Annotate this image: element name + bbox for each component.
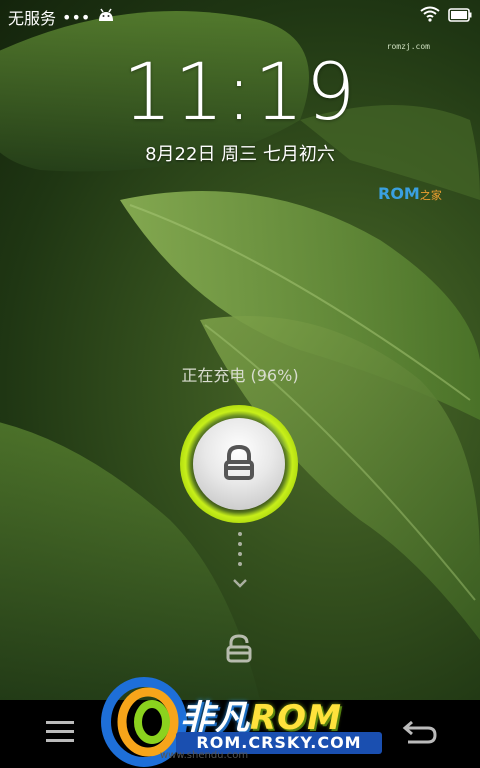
android-icon xyxy=(96,7,116,27)
chevron-down-icon xyxy=(233,579,247,588)
back-button[interactable] xyxy=(400,714,440,754)
status-bar: 无服务 ••• xyxy=(0,0,480,32)
notification-dots: ••• xyxy=(62,7,91,27)
lockscreen-date: 8月22日 周三 七月初六 xyxy=(145,144,335,165)
unlock-slider-handle[interactable] xyxy=(193,418,285,510)
rom-watermark: ROM之家 xyxy=(378,184,442,203)
lockscreen-clock: 11:19 xyxy=(122,48,358,138)
brand-watermark: 非凡ROM ROM.CRSKY.COM www.shendu.com xyxy=(100,672,390,768)
back-icon xyxy=(402,718,438,750)
rom-watermark-main: ROM xyxy=(378,184,420,203)
unlock-icon[interactable] xyxy=(222,632,256,666)
carrier-label: 无服务 xyxy=(8,9,57,28)
battery-icon xyxy=(448,7,472,26)
lock-icon xyxy=(217,440,261,488)
rom-watermark-sub: 之家 xyxy=(419,189,442,202)
charging-status: 正在充电 (96%) xyxy=(181,366,299,385)
menu-button[interactable] xyxy=(40,714,80,754)
menu-icon xyxy=(44,718,76,750)
wifi-icon xyxy=(420,6,440,26)
brand-faint-text: www.shendu.com xyxy=(160,750,249,761)
slide-down-hint xyxy=(233,530,247,600)
